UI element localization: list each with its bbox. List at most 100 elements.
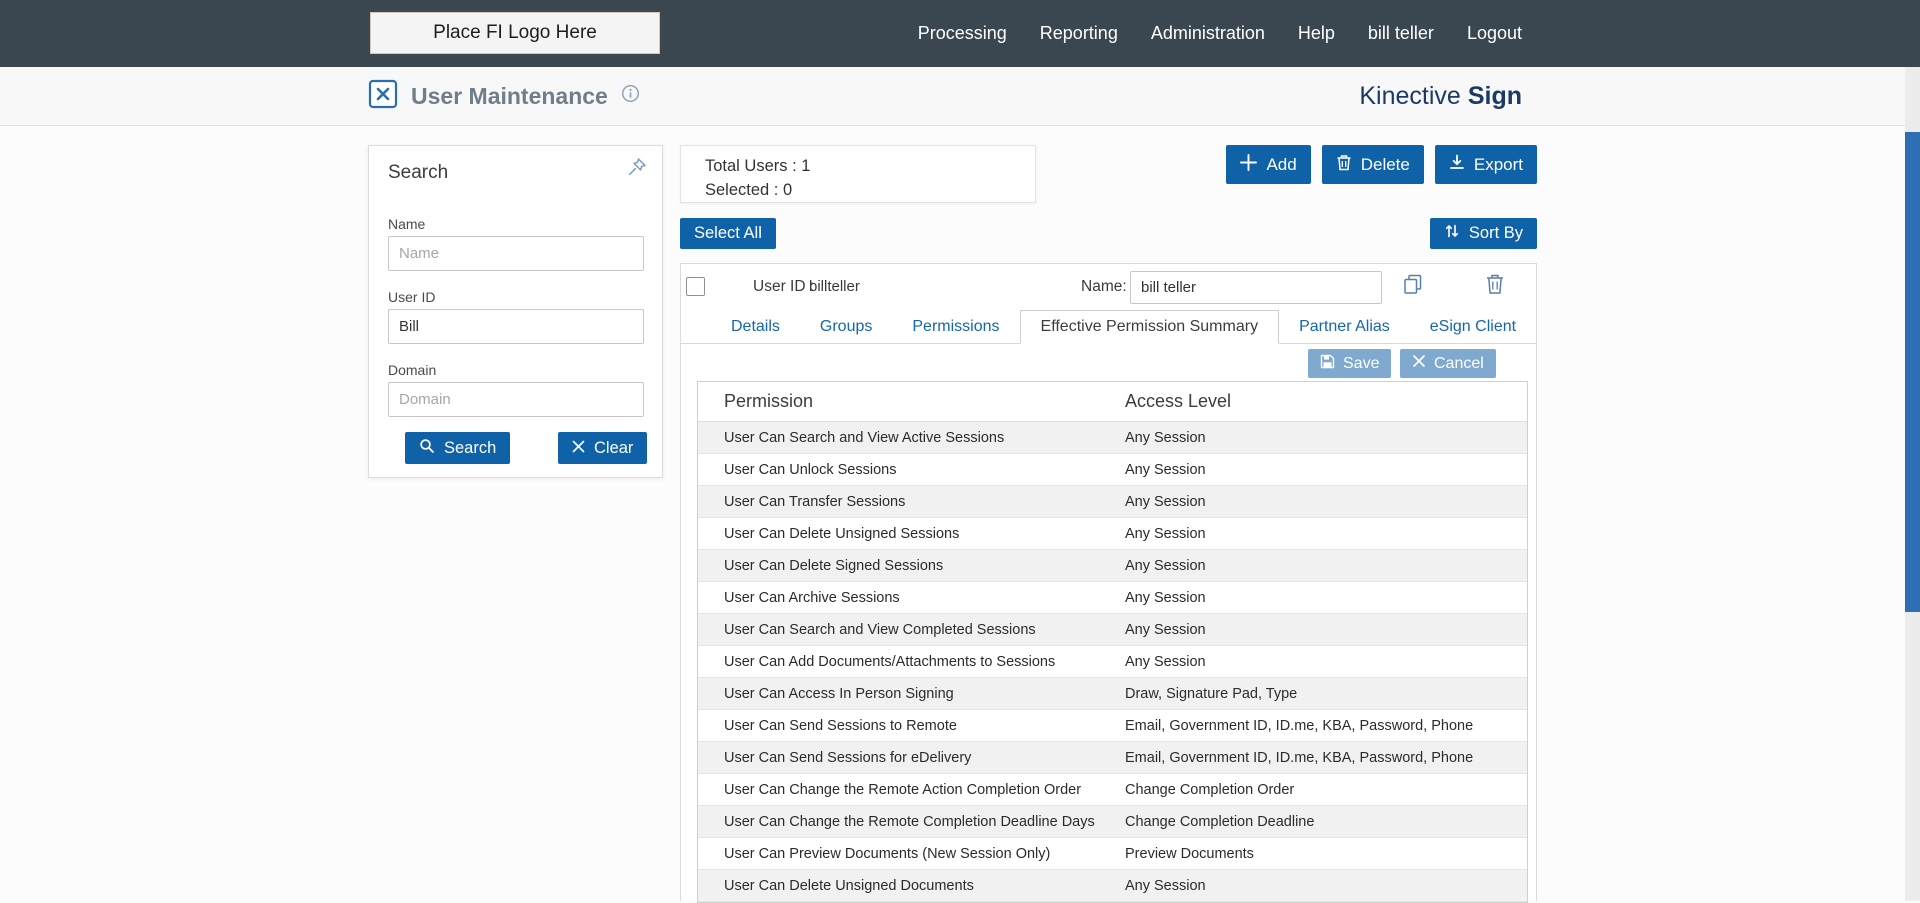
permission-cell: User Can Delete Signed Sessions xyxy=(698,558,1125,574)
select-all-button[interactable]: Select All xyxy=(680,218,776,249)
page-header-left: User Maintenance xyxy=(368,67,640,125)
access-level-cell: Any Session xyxy=(1125,494,1206,510)
tab-effective-permission-summary[interactable]: Effective Permission Summary xyxy=(1020,310,1280,344)
table-row: User Can Change the Remote Action Comple… xyxy=(698,774,1527,806)
export-button[interactable]: Export xyxy=(1435,145,1537,184)
permission-cell: User Can Access In Person Signing xyxy=(698,686,1125,702)
add-user-button[interactable]: Add xyxy=(1226,145,1310,184)
nav-logout[interactable]: Logout xyxy=(1467,23,1522,44)
table-row: User Can Add Documents/Attachments to Se… xyxy=(698,646,1527,678)
sort-by-button[interactable]: Sort By xyxy=(1430,218,1537,249)
nav-current-user[interactable]: bill teller xyxy=(1368,23,1434,44)
brand-logo: Kinective Sign xyxy=(1359,67,1522,125)
copy-user-button[interactable] xyxy=(1401,272,1425,299)
user-tabs: Details Groups Permissions Effective Per… xyxy=(681,310,1536,344)
user-id-value: billteller xyxy=(809,278,860,295)
user-select-checkbox[interactable] xyxy=(686,277,705,296)
save-button[interactable]: Save xyxy=(1308,349,1391,378)
fi-logo-text: Place FI Logo Here xyxy=(433,22,597,44)
tab-details[interactable]: Details xyxy=(711,310,800,343)
download-icon xyxy=(1449,154,1465,175)
brand-name-regular: Kinective xyxy=(1359,82,1460,111)
sort-arrows-icon xyxy=(1444,223,1460,244)
pin-icon[interactable] xyxy=(626,156,648,181)
permission-cell: User Can Change the Remote Completion De… xyxy=(698,814,1125,830)
access-level-cell: Change Completion Deadline xyxy=(1125,814,1314,830)
access-level-cell: Any Session xyxy=(1125,430,1206,446)
clear-x-icon xyxy=(572,439,585,458)
permission-cell: User Can Change the Remote Action Comple… xyxy=(698,782,1125,798)
tab-permissions[interactable]: Permissions xyxy=(892,310,1019,343)
access-level-cell: Draw, Signature Pad, Type xyxy=(1125,686,1297,702)
search-panel: Search Name User ID Domain Search Clear xyxy=(368,145,663,478)
user-record-card: User ID : billteller Name:* Details Grou… xyxy=(680,263,1537,901)
cancel-button[interactable]: Cancel xyxy=(1400,349,1496,378)
nav-processing[interactable]: Processing xyxy=(918,23,1007,44)
permission-cell: User Can Add Documents/Attachments to Se… xyxy=(698,654,1125,670)
tab-groups[interactable]: Groups xyxy=(800,310,892,343)
save-button-label: Save xyxy=(1343,355,1379,373)
save-floppy-icon xyxy=(1320,354,1335,374)
tab-partner-alias[interactable]: Partner Alias xyxy=(1279,310,1410,343)
permission-cell: User Can Send Sessions to Remote xyxy=(698,718,1125,734)
access-level-cell: Preview Documents xyxy=(1125,846,1254,862)
table-row: User Can Send Sessions to RemoteEmail, G… xyxy=(698,710,1527,742)
clear-button-label: Clear xyxy=(594,439,633,458)
table-row: User Can Delete Unsigned SessionsAny Ses… xyxy=(698,518,1527,550)
tab-esign-client[interactable]: eSign Client xyxy=(1410,310,1536,343)
table-row: User Can Transfer SessionsAny Session xyxy=(698,486,1527,518)
user-maintenance-app-icon xyxy=(368,79,398,114)
sort-by-label: Sort By xyxy=(1469,224,1523,243)
permissions-table-body: User Can Search and View Active Sessions… xyxy=(698,422,1527,902)
page-header: User Maintenance Kinective Sign xyxy=(0,67,1920,126)
plus-icon xyxy=(1240,154,1257,176)
access-level-cell: Any Session xyxy=(1125,622,1206,638)
users-summary-box: Total Users : 1 Selected : 0 xyxy=(680,145,1036,203)
name-search-input[interactable] xyxy=(388,236,644,271)
info-icon[interactable] xyxy=(621,84,640,108)
table-row: User Can Delete Signed SessionsAny Sessi… xyxy=(698,550,1527,582)
topbar: Place FI Logo Here Processing Reporting … xyxy=(0,0,1920,67)
brand-name-bold: Sign xyxy=(1468,82,1522,111)
page-title: User Maintenance xyxy=(411,83,608,110)
access-level-column-header: Access Level xyxy=(1125,391,1231,412)
delete-user-button[interactable]: Delete xyxy=(1322,145,1424,184)
table-row: User Can Delete Unsigned DocumentsAny Se… xyxy=(698,870,1527,902)
fi-logo-placeholder: Place FI Logo Here xyxy=(368,10,662,56)
vertical-scrollbar[interactable] xyxy=(1905,67,1920,901)
nav-reporting[interactable]: Reporting xyxy=(1040,23,1118,44)
add-button-label: Add xyxy=(1266,155,1296,175)
clear-button[interactable]: Clear xyxy=(558,432,647,464)
nav-help[interactable]: Help xyxy=(1298,23,1335,44)
name-label: Name:* xyxy=(1081,278,1137,296)
cancel-button-label: Cancel xyxy=(1434,355,1484,373)
table-row: User Can Archive SessionsAny Session xyxy=(698,582,1527,614)
access-level-cell: Email, Government ID, ID.me, KBA, Passwo… xyxy=(1125,750,1473,766)
access-level-cell: Any Session xyxy=(1125,558,1206,574)
name-label-text: Name: xyxy=(1081,278,1127,295)
table-row: User Can Search and View Completed Sessi… xyxy=(698,614,1527,646)
user-actions-toolbar: Add Delete Export xyxy=(1226,145,1537,184)
user-id-search-input[interactable] xyxy=(388,309,644,344)
user-name-input[interactable] xyxy=(1130,271,1382,304)
permission-cell: User Can Delete Unsigned Sessions xyxy=(698,526,1125,542)
select-all-label: Select All xyxy=(694,224,762,243)
delete-user-row-icon[interactable] xyxy=(1484,272,1506,299)
table-row: User Can Access In Person SigningDraw, S… xyxy=(698,678,1527,710)
top-nav: Processing Reporting Administration Help… xyxy=(918,0,1522,67)
table-row: User Can Send Sessions for eDeliveryEmai… xyxy=(698,742,1527,774)
permission-cell: User Can Send Sessions for eDelivery xyxy=(698,750,1125,766)
selected-count: Selected : 0 xyxy=(705,178,1035,202)
permission-cell: User Can Unlock Sessions xyxy=(698,462,1125,478)
access-level-cell: Change Completion Order xyxy=(1125,782,1294,798)
nav-administration[interactable]: Administration xyxy=(1151,23,1265,44)
delete-button-label: Delete xyxy=(1361,155,1410,175)
search-button[interactable]: Search xyxy=(405,432,510,464)
effective-permissions-table: Permission Access Level User Can Search … xyxy=(697,381,1528,903)
permission-cell: User Can Search and View Completed Sessi… xyxy=(698,622,1125,638)
domain-search-input[interactable] xyxy=(388,382,644,417)
access-level-cell: Any Session xyxy=(1125,878,1206,894)
name-field-label: Name xyxy=(388,216,425,232)
table-row: User Can Change the Remote Completion De… xyxy=(698,806,1527,838)
scrollbar-thumb[interactable] xyxy=(1905,132,1920,612)
